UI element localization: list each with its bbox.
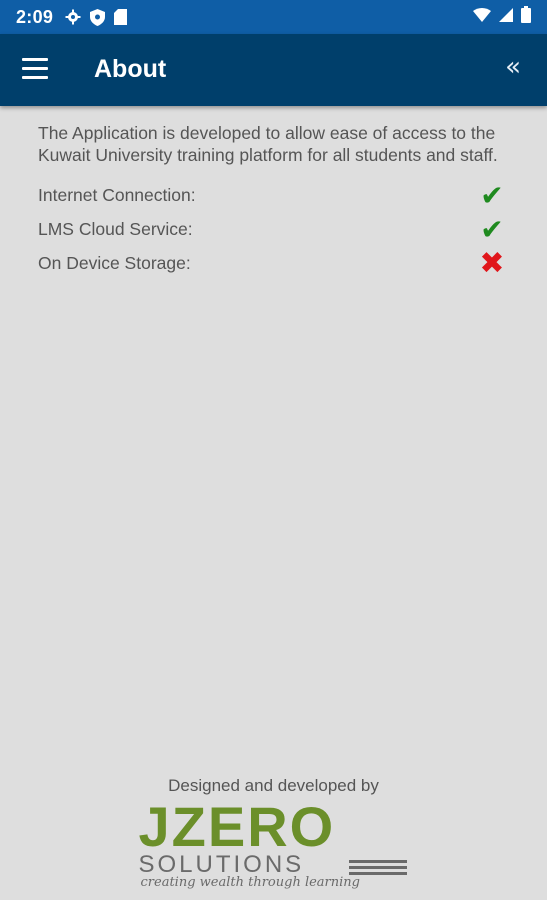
check-label: Internet Connection: (38, 184, 196, 205)
battery-icon (521, 6, 531, 28)
sd-card-icon (114, 9, 128, 25)
logo-stripes (348, 860, 407, 878)
status-bar: 2:09 (0, 0, 547, 34)
status-time: 2:09 (16, 6, 54, 27)
shield-icon (90, 8, 106, 26)
footer: Designed and developed by JZERO SOLUTION… (0, 776, 547, 890)
check-row-lms-cloud: LMS Cloud Service: ✔ (38, 212, 508, 246)
checkmark-icon: ✔ (480, 178, 504, 212)
app-description: The Application is developed to allow ea… (38, 123, 498, 165)
logo-main-text: JZERO (138, 795, 336, 858)
page-title: About (94, 55, 167, 83)
gear-icon (65, 9, 81, 25)
check-row-device-storage: On Device Storage: ✖ (38, 245, 508, 281)
hamburger-menu-icon[interactable] (22, 58, 48, 80)
checkmark-icon: ✔ (480, 212, 504, 246)
double-chevron-left-icon[interactable]: « (505, 54, 521, 80)
logo-tagline: creating wealth through learning (140, 875, 360, 890)
check-label: LMS Cloud Service: (38, 218, 193, 239)
wifi-icon (473, 7, 491, 27)
jzero-logo: JZERO SOLUTIONS creating wealth through … (138, 795, 409, 890)
credit-text: Designed and developed by (168, 776, 379, 795)
app-bar: About « (0, 34, 547, 106)
check-label: On Device Storage: (38, 252, 191, 273)
cross-icon: ✖ (479, 245, 505, 281)
about-content: The Application is developed to allow ea… (38, 122, 508, 281)
signal-icon (499, 7, 513, 27)
check-row-internet: Internet Connection: ✔ (38, 178, 508, 212)
